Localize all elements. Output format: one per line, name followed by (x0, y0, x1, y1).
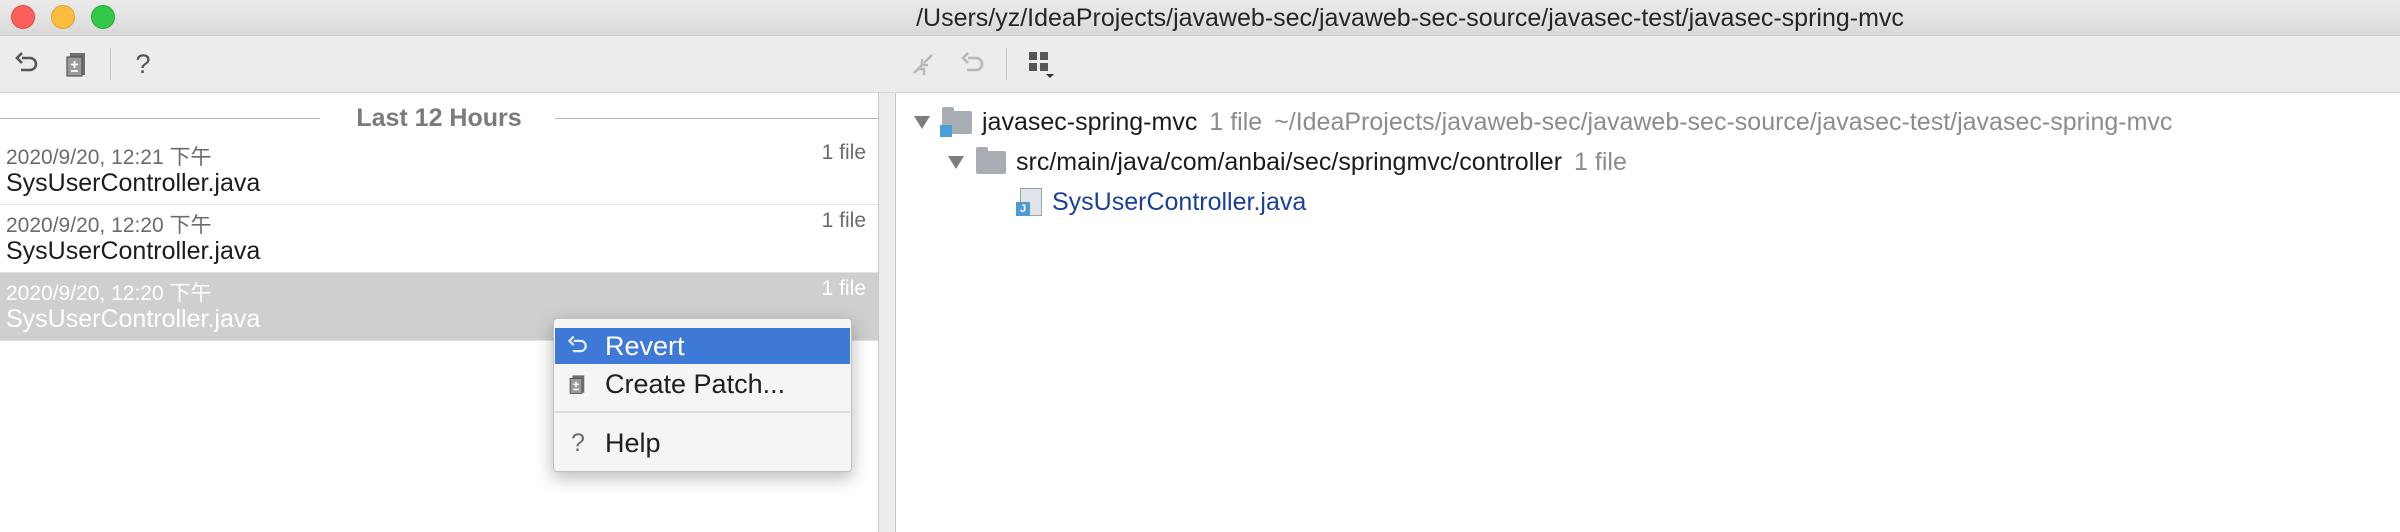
title-bar: /Users/yz/IdeaProjects/javaweb-sec/javaw… (0, 0, 2400, 36)
row-file-name: SysUserController.java (6, 237, 261, 265)
create-patch-icon (561, 372, 595, 396)
toolbar: ? (0, 36, 2400, 93)
help-icon: ? (571, 428, 585, 457)
revert-disabled-icon[interactable] (958, 49, 988, 79)
expand-arrow-icon[interactable] (948, 155, 964, 169)
group-header: Last 12 Hours (0, 101, 878, 135)
group-by-icon[interactable] (1026, 49, 1056, 79)
group-label: Last 12 Hours (346, 104, 532, 132)
window-title: /Users/yz/IdeaProjects/javaweb-sec/javaw… (916, 4, 1904, 32)
help-icon[interactable]: ? (128, 49, 158, 79)
changes-tree: javasec-spring-mvc 1 file ~/IdeaProjects… (896, 93, 2400, 532)
row-file-name: SysUserController.java (6, 305, 261, 333)
menu-separator (555, 411, 850, 413)
module-name: javasec-spring-mvc (982, 107, 1198, 136)
module-folder-icon (940, 106, 972, 137)
row-file-count: 1 file (821, 141, 866, 164)
revert-icon (561, 334, 595, 358)
row-date: 2020/9/20, 12:20 下午 (6, 214, 212, 237)
tree-node-module[interactable]: javasec-spring-mvc 1 file ~/IdeaProjects… (914, 103, 2172, 141)
java-file-icon: J (1016, 188, 1042, 216)
menu-item-label: Revert (605, 330, 685, 361)
menu-item-label: Help (605, 427, 661, 458)
row-file-name: SysUserController.java (6, 169, 261, 197)
row-file-count: 1 file (821, 277, 866, 300)
package-name: src/main/java/com/anbai/sec/springmvc/co… (1016, 147, 1563, 176)
row-date: 2020/9/20, 12:21 下午 (6, 146, 212, 169)
context-menu: Revert Create Patch... ? Help (553, 318, 852, 472)
create-patch-icon[interactable] (62, 49, 92, 79)
row-file-count: 1 file (821, 209, 866, 232)
tree-node-file[interactable]: J SysUserController.java (1016, 183, 1306, 221)
panel-splitter[interactable] (878, 93, 896, 532)
toolbar-separator (110, 48, 111, 80)
menu-item-label: Create Patch... (605, 368, 786, 399)
get-icon[interactable] (908, 49, 938, 79)
menu-item-revert[interactable]: Revert (555, 328, 850, 364)
history-row[interactable]: 2020/9/20, 12:21 下午 1 file SysUserContro… (0, 137, 878, 205)
package-file-count: 1 file (1574, 147, 1627, 176)
expand-arrow-icon[interactable] (914, 115, 930, 129)
toolbar-separator (1006, 48, 1007, 80)
menu-item-create-patch[interactable]: Create Patch... (555, 366, 850, 402)
folder-icon (976, 146, 1006, 174)
file-name: SysUserController.java (1052, 187, 1307, 216)
revert-icon[interactable] (12, 49, 42, 79)
menu-item-help[interactable]: ? Help (555, 425, 850, 461)
tree-node-package[interactable]: src/main/java/com/anbai/sec/springmvc/co… (948, 143, 1627, 181)
module-file-count: 1 file (1209, 107, 1263, 136)
history-row[interactable]: 2020/9/20, 12:20 下午 1 file SysUserContro… (0, 205, 878, 273)
row-date: 2020/9/20, 12:20 下午 (6, 282, 212, 305)
module-path: ~/IdeaProjects/javaweb-sec/javaweb-sec-s… (1274, 107, 2173, 136)
